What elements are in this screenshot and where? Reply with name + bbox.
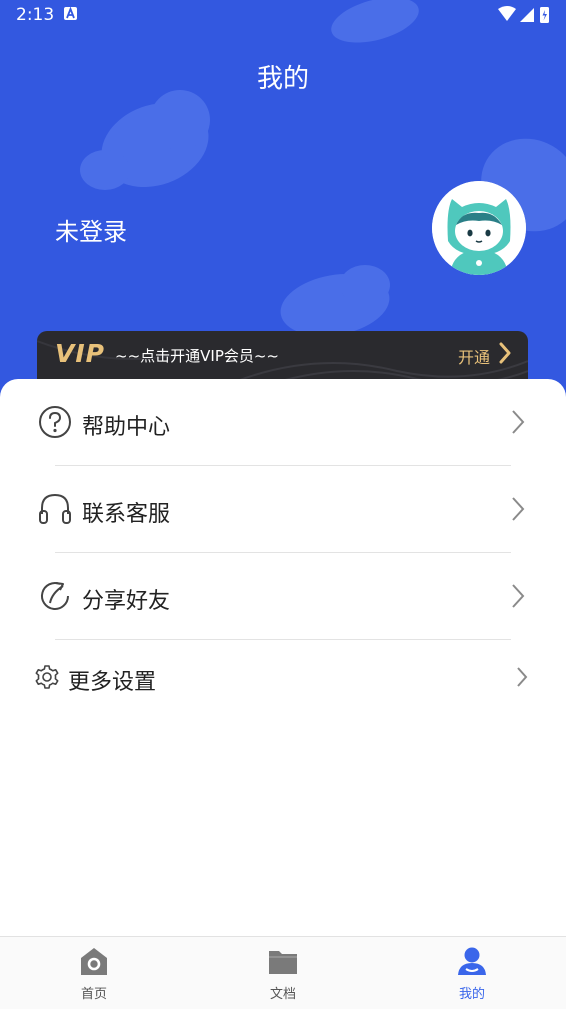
nav-label: 首页 xyxy=(80,987,107,1002)
nav-item-home[interactable]: 首页 xyxy=(34,937,154,1009)
nav-item-mine[interactable]: 我的 xyxy=(412,937,532,1009)
cat-hood-avatar xyxy=(432,181,526,275)
bottom-nav: 首页 文档 我的 xyxy=(0,936,566,1009)
login-status[interactable]: 未登录 xyxy=(55,212,127,247)
background-decoration xyxy=(150,90,210,150)
wifi-icon xyxy=(498,6,516,21)
menu-label: 联系客服 xyxy=(82,502,171,527)
menu-label: 分享好友 xyxy=(82,589,171,614)
menu-label: 帮助中心 xyxy=(82,415,171,440)
profile-header: 2:13 我的 未登录 VIP ~~点击开通VIP会员~~ 开通 xyxy=(0,0,566,420)
folder-icon xyxy=(269,951,297,974)
nav-label: 文档 xyxy=(269,987,296,1002)
status-time: 2:13 xyxy=(16,5,55,25)
share-icon xyxy=(41,582,69,610)
menu-label: 更多设置 xyxy=(68,670,157,695)
page-title: 我的 xyxy=(256,64,309,94)
avatar[interactable] xyxy=(432,181,526,275)
status-bar: 2:13 xyxy=(0,0,566,30)
menu-item-more-settings[interactable]: 更多设置 xyxy=(0,640,566,726)
menu-item-help-center[interactable]: 帮助中心 xyxy=(0,379,566,465)
home-icon xyxy=(81,948,107,975)
menu-card: 帮助中心 联系客服 分享好友 更多设置 xyxy=(0,379,566,939)
a-letter-icon xyxy=(64,7,77,20)
chevron-right-icon xyxy=(512,410,525,434)
headset-icon xyxy=(39,493,71,524)
chevron-right-icon xyxy=(499,342,511,364)
chevron-right-icon xyxy=(512,497,525,521)
background-decoration xyxy=(80,150,130,190)
menu-item-contact-support[interactable]: 联系客服 xyxy=(0,466,566,552)
gear-icon xyxy=(35,665,59,689)
signal-icon xyxy=(520,8,534,22)
chevron-right-icon xyxy=(512,584,525,608)
nav-label: 我的 xyxy=(458,987,485,1002)
menu-item-share-friends[interactable]: 分享好友 xyxy=(0,553,566,639)
status-icons xyxy=(498,6,549,23)
chevron-right-icon xyxy=(517,667,528,687)
background-decoration xyxy=(340,265,390,305)
vip-logo: VIP xyxy=(55,339,105,368)
vip-open-button[interactable]: 开通 xyxy=(458,344,490,368)
person-icon xyxy=(458,947,486,975)
nav-item-documents[interactable]: 文档 xyxy=(223,937,343,1009)
vip-promo-text: ~~点击开通VIP会员~~ xyxy=(115,347,280,365)
help-icon xyxy=(39,406,71,438)
